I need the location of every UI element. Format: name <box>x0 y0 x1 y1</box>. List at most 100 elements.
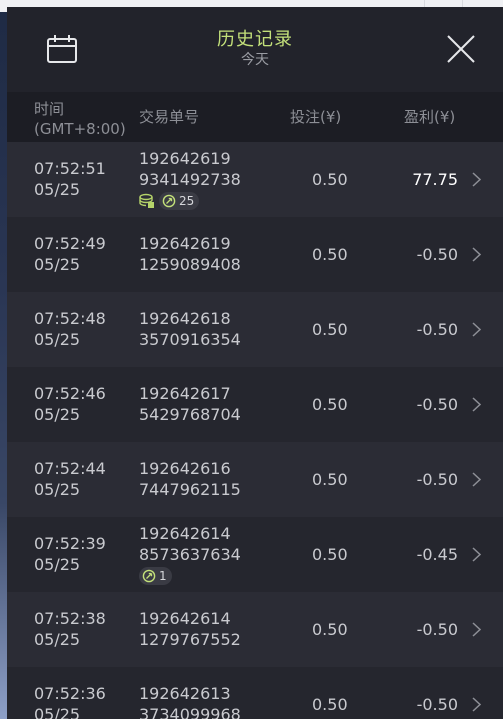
row-time-value: 07:52:48 <box>34 309 106 328</box>
table-row[interactable]: 07:52:49 05/25 192642619 1259089408 0.50 -0.5… <box>7 217 503 292</box>
spin-count: 1 <box>159 568 167 583</box>
chevron-right-icon[interactable] <box>472 697 481 712</box>
row-date-value: 05/25 <box>34 330 81 349</box>
history-list: 07:52:51 05/25 192642619 9341492738 25 0.50 77… <box>7 142 503 719</box>
row-time-value: 07:52:39 <box>34 534 106 553</box>
row-time: 07:52:48 05/25 <box>34 308 106 350</box>
row-profit: -0.50 <box>416 320 458 339</box>
row-time: 07:52:44 05/25 <box>34 458 106 500</box>
table-row[interactable]: 07:52:46 05/25 192642617 5429768704 0.50 -0.5… <box>7 367 503 442</box>
row-bet: 0.50 <box>312 620 348 639</box>
row-order: 192642614 8573637634 1 <box>139 523 241 586</box>
column-order: 交易单号 <box>139 108 200 126</box>
row-bet: 0.50 <box>312 470 348 489</box>
row-profit: -0.50 <box>416 620 458 639</box>
row-order-line1: 192642613 <box>139 684 231 703</box>
history-panel: 历史记录 今天 时间 (GMT+8:00) 交易单号 投注(¥) 盈利(¥) 0… <box>7 7 503 719</box>
row-time-value: 07:52:44 <box>34 459 106 478</box>
free-spin-badge: 25 <box>159 192 200 210</box>
row-order-line2: 8573637634 <box>139 545 241 564</box>
row-time: 07:52:39 05/25 <box>34 533 106 575</box>
row-order-line2: 9341492738 <box>139 170 241 189</box>
row-order-line2: 5429768704 <box>139 405 241 424</box>
row-order: 192642619 9341492738 25 <box>139 148 241 211</box>
row-date-value: 05/25 <box>34 705 81 719</box>
title-block: 历史记录 今天 <box>7 29 503 69</box>
table-header: 时间 (GMT+8:00) 交易单号 投注(¥) 盈利(¥) <box>7 92 503 142</box>
row-time-value: 07:52:38 <box>34 609 106 628</box>
chevron-right-icon[interactable] <box>472 322 481 337</box>
column-timezone-label: (GMT+8:00) <box>34 120 126 138</box>
row-time: 07:52:38 05/25 <box>34 608 106 650</box>
row-time-value: 07:52:36 <box>34 684 106 703</box>
row-badges: 25 <box>139 191 241 211</box>
row-order-line1: 192642616 <box>139 459 231 478</box>
row-date-value: 05/25 <box>34 555 81 574</box>
row-profit: -0.50 <box>416 245 458 264</box>
row-order-line2: 1279767552 <box>139 630 241 649</box>
row-time: 07:52:36 05/25 <box>34 683 106 719</box>
row-bet: 0.50 <box>312 320 348 339</box>
row-order-line1: 192642614 <box>139 609 231 628</box>
row-date-value: 05/25 <box>34 180 81 199</box>
row-date-value: 05/25 <box>34 255 81 274</box>
row-bet: 0.50 <box>312 245 348 264</box>
row-badges: 1 <box>139 566 241 586</box>
table-row[interactable]: 07:52:38 05/25 192642614 1279767552 0.50 -0.5… <box>7 592 503 667</box>
chevron-right-icon[interactable] <box>472 547 481 562</box>
chevron-right-icon[interactable] <box>472 172 481 187</box>
column-time-label: 时间 <box>34 100 65 118</box>
chevron-right-icon[interactable] <box>472 397 481 412</box>
row-bet: 0.50 <box>312 545 348 564</box>
row-bet: 0.50 <box>312 395 348 414</box>
chevron-right-icon[interactable] <box>472 247 481 262</box>
chevron-right-icon[interactable] <box>472 472 481 487</box>
chevron-right-icon[interactable] <box>472 622 481 637</box>
row-order-line2: 7447962115 <box>139 480 241 499</box>
spin-icon <box>162 194 176 208</box>
page-title: 历史记录 <box>217 29 293 50</box>
panel-header: 历史记录 今天 <box>7 7 503 92</box>
row-time: 07:52:49 05/25 <box>34 233 106 275</box>
close-icon[interactable] <box>446 34 476 64</box>
row-bet: 0.50 <box>312 170 348 189</box>
row-order: 192642617 5429768704 <box>139 383 241 425</box>
row-profit: -0.45 <box>416 545 458 564</box>
calendar-icon[interactable] <box>46 34 78 64</box>
table-row[interactable]: 07:52:44 05/25 192642616 7447962115 0.50 -0.5… <box>7 442 503 517</box>
row-date-value: 05/25 <box>34 480 81 499</box>
free-spin-badge: 1 <box>139 567 172 585</box>
row-time-value: 07:52:49 <box>34 234 106 253</box>
row-order: 192642613 3734099968 <box>139 683 241 719</box>
row-order-line2: 3734099968 <box>139 705 241 719</box>
row-order-line1: 192642619 <box>139 149 231 168</box>
row-date-value: 05/25 <box>34 405 81 424</box>
row-time: 07:52:51 05/25 <box>34 158 106 200</box>
row-time: 07:52:46 05/25 <box>34 383 106 425</box>
row-time-value: 07:52:51 <box>34 159 106 178</box>
table-row[interactable]: 07:52:48 05/25 192642618 3570916354 0.50 -0.5… <box>7 292 503 367</box>
row-time-value: 07:52:46 <box>34 384 106 403</box>
spin-icon <box>142 569 156 583</box>
column-profit: 盈利(¥) <box>404 108 456 126</box>
row-profit: -0.50 <box>416 470 458 489</box>
row-order-line2: 1259089408 <box>139 255 241 274</box>
page-subtitle: 今天 <box>241 52 269 68</box>
column-bet: 投注(¥) <box>290 108 342 126</box>
row-order-line2: 3570916354 <box>139 330 241 349</box>
row-order-line1: 192642617 <box>139 384 231 403</box>
row-order: 192642618 3570916354 <box>139 308 241 350</box>
row-order-line1: 192642614 <box>139 524 231 543</box>
table-row[interactable]: 07:52:39 05/25 192642614 8573637634 1 0.50 -0.… <box>7 517 503 592</box>
row-order: 192642616 7447962115 <box>139 458 241 500</box>
row-order-line1: 192642619 <box>139 234 231 253</box>
row-profit: 77.75 <box>412 170 458 189</box>
table-row[interactable]: 07:52:51 05/25 192642619 9341492738 25 0.50 77… <box>7 142 503 217</box>
table-row[interactable]: 07:52:36 05/25 192642613 3734099968 0.50 -0.5… <box>7 667 503 719</box>
row-order: 192642614 1279767552 <box>139 608 241 650</box>
row-order-line1: 192642618 <box>139 309 231 328</box>
spin-count: 25 <box>179 193 195 208</box>
row-date-value: 05/25 <box>34 630 81 649</box>
coins-icon <box>139 193 154 208</box>
row-order: 192642619 1259089408 <box>139 233 241 275</box>
